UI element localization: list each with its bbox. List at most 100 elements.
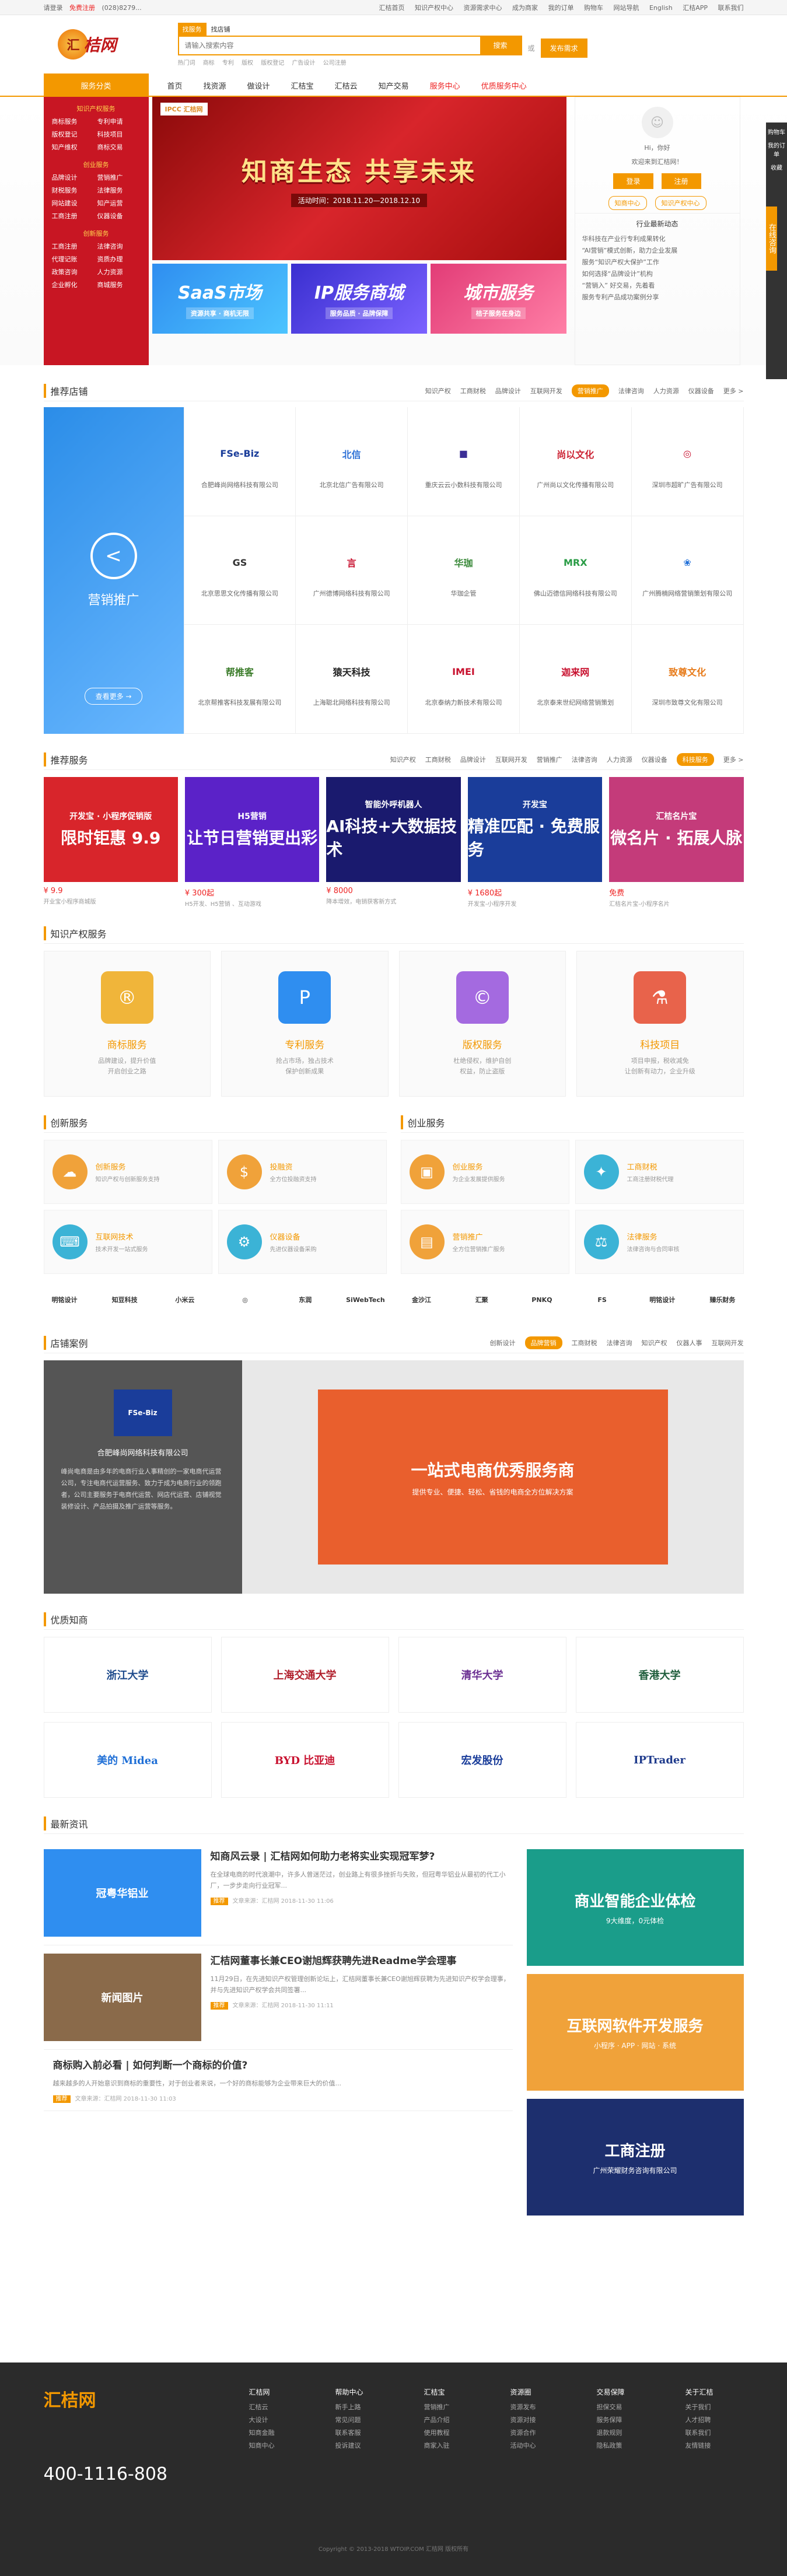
footer-link[interactable]: 知商金融 <box>249 2427 274 2440</box>
shop-card[interactable]: 致尊文化 深圳市致尊文化有限公司 <box>631 625 744 734</box>
shop-card[interactable]: 北信 北京北信广告有限公司 <box>296 407 408 516</box>
mini-banner-saas[interactable]: SaaS市场 资源共享 · 商机无限 <box>152 264 288 334</box>
shop-card[interactable]: 华珈 华珈企管 <box>408 516 520 625</box>
float-cart[interactable]: 购物车 <box>766 127 787 136</box>
partner-card[interactable]: BYD 比亚迪 <box>221 1722 389 1798</box>
sidecat-item[interactable]: 法律服务 <box>97 186 141 195</box>
toplink-orders[interactable]: 我的订单 <box>548 4 573 12</box>
service-tab-active[interactable]: 科技服务 <box>676 752 714 766</box>
partner-logo[interactable]: 汇聚 <box>461 1282 503 1317</box>
ad-banner[interactable]: 互联网软件开发服务 小程序 · APP · 网站 · 系统 <box>526 1974 744 2091</box>
partner-logo[interactable]: 明铭设计 <box>641 1282 683 1317</box>
service-tab[interactable]: 人力资源 <box>607 755 632 764</box>
footer-link[interactable]: 活动中心 <box>510 2440 536 2452</box>
footer-link[interactable]: 担保交易 <box>596 2401 624 2414</box>
toplink-home[interactable]: 汇桔首页 <box>379 4 404 12</box>
footer-link[interactable]: 资源发布 <box>510 2401 536 2414</box>
case-tab[interactable]: 互联网开发 <box>712 1338 744 1348</box>
shop-tab[interactable]: 仪器设备 <box>688 386 714 396</box>
case-tab[interactable]: 仪器人事 <box>677 1338 702 1348</box>
shop-card[interactable]: 言广州德博网络科技有限公司 <box>296 516 408 625</box>
partner-logo[interactable]: SiWebTech <box>344 1282 386 1317</box>
sidecat-item[interactable]: 专利申请 <box>97 117 141 126</box>
industry-news-item[interactable]: 服务专利产品成功案例分享 <box>582 292 733 303</box>
footer-link[interactable]: 资源对接 <box>510 2414 536 2427</box>
service-tab[interactable]: 营销推广 <box>537 755 562 764</box>
shop-tab[interactable]: 知识产权 <box>425 386 451 396</box>
news-item[interactable]: 新闻图片 汇桔网董事长兼CEO谢旭辉获聘先进Readme学会理事 11月29日，在先… <box>43 1945 513 2050</box>
online-consult-button[interactable]: 在线咨询 <box>766 206 777 271</box>
shop-tab-active[interactable]: 营销推广 <box>571 384 609 397</box>
shop-tab[interactable]: 品牌设计 <box>495 386 521 396</box>
shop-card[interactable]: 尚以文化 广州尚以文化传播有限公司 <box>519 407 632 516</box>
search-tab-shop[interactable]: 找店铺 <box>207 23 235 36</box>
partner-card[interactable]: 浙江大学 <box>43 1637 212 1713</box>
ip-center-button[interactable]: 知识产权中心 <box>655 196 706 210</box>
sidecat-item[interactable]: 商标交易 <box>97 142 141 152</box>
case-tab[interactable]: 法律咨询 <box>607 1338 632 1348</box>
footer-link[interactable]: 联系客服 <box>335 2427 363 2440</box>
nav-item-service-center[interactable]: 服务中心 <box>430 80 460 91</box>
ad-banner[interactable]: 商业智能企业体检 9大维度，0元体检 <box>526 1849 744 1966</box>
float-favorites[interactable]: 收藏 <box>766 163 787 172</box>
view-more-button[interactable]: 查看更多 → <box>84 688 143 705</box>
partner-logo[interactable]: 东润 <box>284 1282 326 1317</box>
shop-card[interactable]: 迦来网 北京泰来世纪网络营销策划 <box>519 625 632 734</box>
mini-banner-city[interactable]: 城市服务 桔子服务在身边 <box>430 264 566 334</box>
industry-news-item[interactable]: 华科技在产业行专利成果转化 <box>582 233 733 245</box>
partner-card[interactable]: 香港大学 <box>575 1637 744 1713</box>
shop-tab[interactable]: 人力资源 <box>653 386 679 396</box>
sidecat-item[interactable]: 企业孵化 <box>52 280 95 289</box>
service-item[interactable]: ⚙ 仪器设备 先进仪器设备采购 <box>218 1210 387 1274</box>
search-tab-service[interactable]: 找服务 <box>177 22 207 36</box>
industry-news-item[interactable]: 如何选择“品牌设计”机构 <box>582 268 733 280</box>
partner-card[interactable]: 上海交通大学 <box>221 1637 389 1713</box>
hotword[interactable]: 公司注册 <box>323 60 347 66</box>
partner-logo[interactable]: 金沙江 <box>401 1282 443 1317</box>
search-input[interactable] <box>179 36 480 54</box>
hotword[interactable]: 广告设计 <box>292 60 315 66</box>
industry-news-item[interactable]: 服务“知识产权大保护”工作 <box>582 257 733 268</box>
footer-link[interactable]: 大设计 <box>249 2414 274 2427</box>
case-tab[interactable]: 知识产权 <box>642 1338 667 1348</box>
case-tab-active[interactable]: 品牌营销 <box>524 1336 562 1349</box>
nav-item-ip-trade[interactable]: 知产交易 <box>379 80 409 91</box>
sidecat-item[interactable]: 知产运营 <box>97 198 141 208</box>
footer-link[interactable]: 产品介绍 <box>424 2414 449 2427</box>
footer-link[interactable]: 隐私政策 <box>596 2440 624 2452</box>
shop-card[interactable]: 帮推客 北京帮推客科技发展有限公司 <box>184 625 296 734</box>
partner-logo[interactable]: 知豆科技 <box>104 1282 146 1317</box>
service-card[interactable]: H5营销 让节日营销更出彩 ¥ 300起 H5开发、H5营销 、互动游戏 <box>184 777 320 908</box>
industry-news-item[interactable]: “AI营销”模式创新，助力企业发展 <box>582 245 733 257</box>
service-item[interactable]: ✦ 工商财税 工商注册财税代理 <box>575 1140 744 1204</box>
service-card[interactable]: 开发宝 · 小程序促销版 限时钜惠 9.9 ¥ 9.9 开业宝小程序商城版 <box>43 777 178 908</box>
shop-card[interactable]: GS 北京思思文化传播有限公司 <box>184 516 296 625</box>
search-button[interactable]: 搜索 <box>480 36 521 54</box>
sidecat-item[interactable]: 人力资源 <box>97 267 141 276</box>
ip-card[interactable]: © 版权服务 杜绝侵权，维护自创 权益，防止盗版 <box>398 951 566 1097</box>
sidecat-item[interactable]: 法律咨询 <box>97 242 141 251</box>
news-headline[interactable]: 汇桔网董事长兼CEO谢旭辉获聘先进Readme学会理事 <box>211 1954 513 1969</box>
news-item[interactable]: 商标购入前必看 | 如何判断一个商标的价值? 越来越多的人开始意识到商标的重要性，… <box>43 2050 513 2111</box>
footer-link[interactable]: 知商中心 <box>249 2440 274 2452</box>
shop-tab[interactable]: 法律咨询 <box>618 386 644 396</box>
toplink-contact[interactable]: 联系我们 <box>718 4 744 12</box>
ad-banner[interactable]: 工商注册 广州荣耀财务咨询有限公司 <box>526 2099 744 2216</box>
partner-logo[interactable]: PNKQ <box>521 1282 563 1317</box>
partner-logo[interactable]: 小米云 <box>164 1282 206 1317</box>
sidecat-item[interactable]: 营销推广 <box>97 173 141 182</box>
case-tab[interactable]: 创新设计 <box>490 1338 516 1348</box>
ip-card[interactable]: P 专利服务 抢占市场，独占技术 保护创新成果 <box>221 951 389 1097</box>
merchant-center-button[interactable]: 知商中心 <box>608 196 647 210</box>
float-orders[interactable]: 我的订单 <box>766 141 787 158</box>
shop-tab[interactable]: 工商财税 <box>460 386 486 396</box>
sidecat-item[interactable]: 商标服务 <box>52 117 95 126</box>
footer-link[interactable]: 联系我们 <box>685 2427 713 2440</box>
service-card[interactable]: 智能外呼机器人 AI科技+大数据技术 ¥ 8000 降本增效，电销获客新方式 <box>326 777 461 908</box>
shop-feature-banner[interactable]: < 营销推广 查看更多 → <box>43 407 184 734</box>
footer-link[interactable]: 使用教程 <box>424 2427 449 2440</box>
service-item[interactable]: ☁ 创新服务 知识产权与创新服务支持 <box>43 1140 212 1204</box>
sidecat-item[interactable]: 仪器设备 <box>97 211 141 220</box>
service-tab[interactable]: 仪器设备 <box>642 755 667 764</box>
service-card[interactable]: 开发宝 精准匹配 · 免费服务 ¥ 1680起 开发宝-小程序开发 <box>467 777 603 908</box>
